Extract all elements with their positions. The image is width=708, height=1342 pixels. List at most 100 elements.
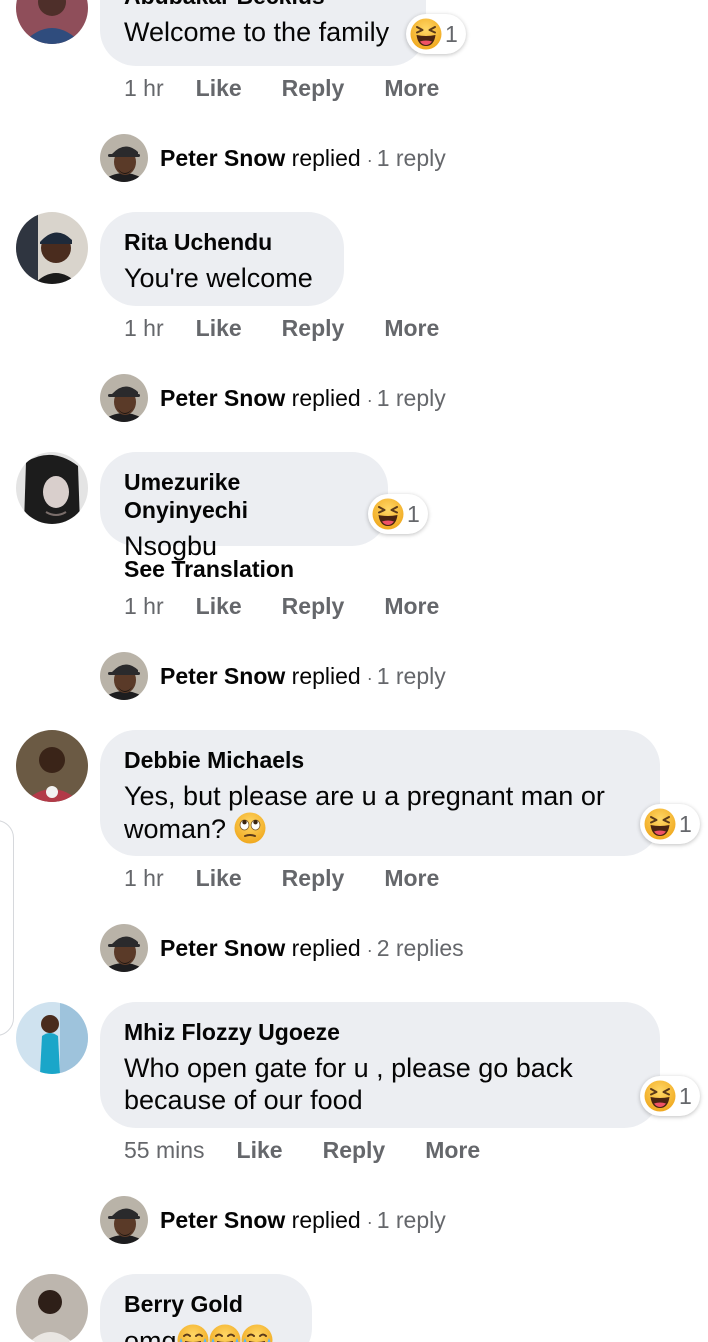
laughing-emoji-icon [410,18,442,50]
replier-avatar[interactable] [100,134,148,182]
reaction-count-badge[interactable]: 1 [640,804,700,844]
laughing-emoji-icon [644,1080,676,1112]
replier-avatar[interactable] [100,652,148,700]
reaction-count: 1 [407,500,420,527]
comment-feed: Abubakar Beckius Welcome to the family 1… [0,0,708,1342]
replied-verb: replied [291,1207,361,1233]
eye-roll-emoji-icon [234,812,266,844]
see-translation-link[interactable]: See Translation [124,556,294,583]
floating-side-panel [0,820,14,1036]
more-button[interactable]: More [384,864,439,892]
comment-text: Who open gate for u , please go back bec… [124,1052,636,1116]
replied-verb: replied [291,385,361,411]
separator-dot: · [366,150,373,170]
laughing-emoji-icon [644,808,676,840]
laughing-emoji-icon [372,498,404,530]
comment-time[interactable]: 1 hr [124,314,164,342]
tears-of-joy-emoji-icon [241,1324,273,1342]
reaction-count: 1 [679,1082,692,1109]
reply-button[interactable]: Reply [282,314,345,342]
like-button[interactable]: Like [196,314,242,342]
avatar[interactable] [16,730,88,802]
comment-bubble: Debbie Michaels Yes, but please are u a … [100,730,660,856]
reply-count: 2 replies [376,935,464,961]
separator-dot: · [366,390,373,410]
comment-author[interactable]: Mhiz Flozzy Ugoeze [124,1018,636,1046]
comment-text-line: because of our food [124,1085,363,1115]
reply-button[interactable]: Reply [282,74,345,102]
comment-text-line: Who open gate for u , please go back [124,1053,573,1083]
avatar[interactable] [16,452,88,524]
avatar[interactable] [16,212,88,284]
reply-count: 1 reply [376,145,446,171]
comment-author[interactable]: Abubakar Beckius [124,0,402,10]
separator-dot: · [366,668,373,688]
reply-count: 1 reply [376,385,446,411]
view-replies-link[interactable]: Peter Snow replied · 2 replies [160,934,464,964]
tears-of-joy-emoji-icon [177,1324,209,1342]
replier-avatar[interactable] [100,924,148,972]
comment-author[interactable]: Rita Uchendu [124,228,320,256]
reaction-count: 1 [679,810,692,837]
reaction-count-badge[interactable]: 1 [406,14,466,54]
comment-text: Welcome to the family [124,17,390,47]
comment-author[interactable]: Umezurike Onyinyechi [124,468,364,524]
comment-actions: 55 mins Like Reply More [124,1136,520,1164]
separator-dot: · [366,940,373,960]
comment-time[interactable]: 55 mins [124,1136,205,1164]
reply-count: 1 reply [376,663,446,689]
comment-time[interactable]: 1 hr [124,864,164,892]
comment-text: You're welcome [124,263,313,293]
reply-button[interactable]: Reply [323,1136,386,1164]
view-replies-link[interactable]: Peter Snow replied · 1 reply [160,144,446,174]
tears-of-joy-emoji-icon [209,1324,241,1342]
comment-text: Yes, but please are u a pregnant man or … [124,780,636,845]
view-replies-link[interactable]: Peter Snow replied · 1 reply [160,384,446,414]
comment-bubble: Berry Gold omg [100,1274,312,1342]
more-button[interactable]: More [425,1136,480,1164]
more-button[interactable]: More [384,314,439,342]
comment-actions: 1 hr Like Reply More [124,864,479,892]
replied-verb: replied [291,663,361,689]
comment-time[interactable]: 1 hr [124,592,164,620]
view-replies-link[interactable]: Peter Snow replied · 1 reply [160,662,446,692]
comment-bubble: Mhiz Flozzy Ugoeze Who open gate for u ,… [100,1002,660,1128]
replier-name: Peter Snow [160,935,286,961]
comment-text-line: woman? [124,814,227,844]
comment-text: omg [124,1324,288,1342]
reaction-count: 1 [445,20,458,47]
avatar[interactable] [16,1002,88,1074]
comment-actions: 1 hr Like Reply More [124,74,479,102]
avatar[interactable] [16,1274,88,1342]
more-button[interactable]: More [384,592,439,620]
replier-avatar[interactable] [100,374,148,422]
like-button[interactable]: Like [196,592,242,620]
comment-bubble: Abubakar Beckius Welcome to the family [100,0,426,66]
like-button[interactable]: Like [196,74,242,102]
comment-bubble: Umezurike Onyinyechi Nsogbu [100,452,388,561]
replier-name: Peter Snow [160,663,286,689]
reply-button[interactable]: Reply [282,864,345,892]
separator-dot: · [366,1212,373,1232]
comment-author[interactable]: Berry Gold [124,1290,288,1318]
replier-avatar[interactable] [100,1196,148,1244]
comment-bubble: Rita Uchendu You're welcome [100,212,344,306]
like-button[interactable]: Like [196,864,242,892]
replied-verb: replied [291,935,361,961]
reply-button[interactable]: Reply [282,592,345,620]
like-button[interactable]: Like [237,1136,283,1164]
avatar[interactable] [16,0,88,44]
reply-count: 1 reply [376,1207,446,1233]
replier-name: Peter Snow [160,145,286,171]
more-button[interactable]: More [384,74,439,102]
replied-verb: replied [291,145,361,171]
comment-text-line: Yes, but please are u a pregnant man or [124,781,605,811]
reaction-count-badge[interactable]: 1 [640,1076,700,1116]
comment-time[interactable]: 1 hr [124,74,164,102]
reaction-count-badge[interactable]: 1 [368,494,428,534]
view-replies-link[interactable]: Peter Snow replied · 1 reply [160,1206,446,1236]
replier-name: Peter Snow [160,1207,286,1233]
comment-actions: 1 hr Like Reply More [124,592,479,620]
comment-author[interactable]: Debbie Michaels [124,746,636,774]
comment-actions: 1 hr Like Reply More [124,314,479,342]
